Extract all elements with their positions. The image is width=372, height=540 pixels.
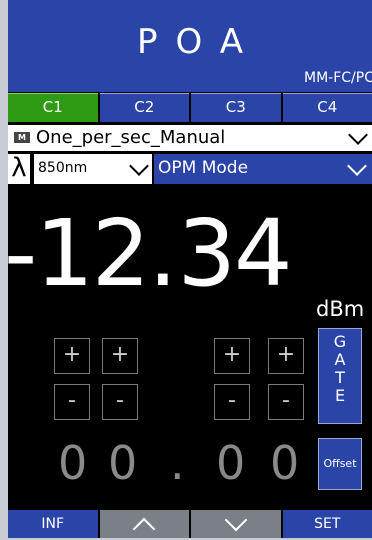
tab-c2[interactable]: C2 — [100, 93, 190, 122]
reading-unit: dBm — [316, 297, 364, 321]
tab-c4[interactable]: C4 — [283, 93, 372, 122]
wavelength-dropdown[interactable]: 850nm — [34, 154, 152, 184]
decrement-ones-button[interactable]: - — [102, 384, 138, 420]
bottom-bar: INF SET — [8, 510, 372, 538]
mode-value: OPM Mode — [158, 158, 248, 178]
gate-letter: T — [319, 369, 361, 387]
reading-dot: . — [148, 200, 177, 307]
device-screen: POA MM-FC/PC C1 C2 C3 C4 M One_per_sec_M… — [8, 0, 372, 538]
offset-decimal-point: . — [170, 438, 185, 488]
chevron-down-icon — [129, 156, 149, 176]
offset-digit-tens: 0 — [58, 438, 87, 488]
tab-c3[interactable]: C3 — [191, 93, 281, 122]
gate-letter: E — [319, 387, 361, 405]
offset-digit-tenths: 0 — [216, 438, 245, 488]
decrement-tenths-button[interactable]: - — [214, 384, 250, 420]
reading-fraction: 34 — [178, 200, 291, 307]
offset-digit-hundredths: 0 — [270, 438, 299, 488]
mode-dropdown[interactable]: OPM Mode — [154, 154, 372, 184]
chevron-down-icon — [347, 156, 367, 176]
tab-c1[interactable]: C1 — [8, 93, 98, 122]
up-button[interactable] — [100, 510, 190, 538]
decrement-tens-button[interactable]: - — [54, 384, 90, 420]
lambda-icon: λ — [8, 154, 30, 184]
app-title: POA — [8, 22, 372, 62]
preset-dropdown[interactable]: M One_per_sec_Manual — [8, 125, 372, 151]
chevron-down-icon — [348, 125, 368, 145]
increment-hundredths-button[interactable]: + — [268, 338, 304, 374]
decrement-hundredths-button[interactable]: - — [268, 384, 304, 420]
set-button[interactable]: SET — [283, 510, 372, 538]
up-arrow-icon — [133, 518, 156, 540]
channel-tabs: C1 C2 C3 C4 — [8, 92, 372, 122]
power-reading: -12.34 — [4, 208, 291, 300]
offset-button[interactable]: Offset — [318, 438, 362, 490]
gate-letter: G — [319, 333, 361, 351]
gate-button[interactable]: G A T E — [318, 328, 362, 424]
connector-type: MM-FC/PC — [304, 70, 372, 86]
header-bar: POA MM-FC/PC — [8, 0, 372, 92]
wavelength-value: 850nm — [38, 160, 87, 176]
increment-tens-button[interactable]: + — [54, 338, 90, 374]
preset-label: One_per_sec_Manual — [36, 127, 225, 148]
inf-button[interactable]: INF — [8, 510, 98, 538]
offset-digit-ones: 0 — [108, 438, 137, 488]
increment-tenths-button[interactable]: + — [214, 338, 250, 374]
memory-badge-icon: M — [14, 132, 30, 143]
reading-integer: -12 — [4, 200, 148, 307]
down-button[interactable] — [191, 510, 281, 538]
down-arrow-icon — [224, 509, 247, 532]
increment-ones-button[interactable]: + — [102, 338, 138, 374]
settings-row: λ 850nm OPM Mode — [8, 154, 372, 184]
gate-letter: A — [319, 351, 361, 369]
